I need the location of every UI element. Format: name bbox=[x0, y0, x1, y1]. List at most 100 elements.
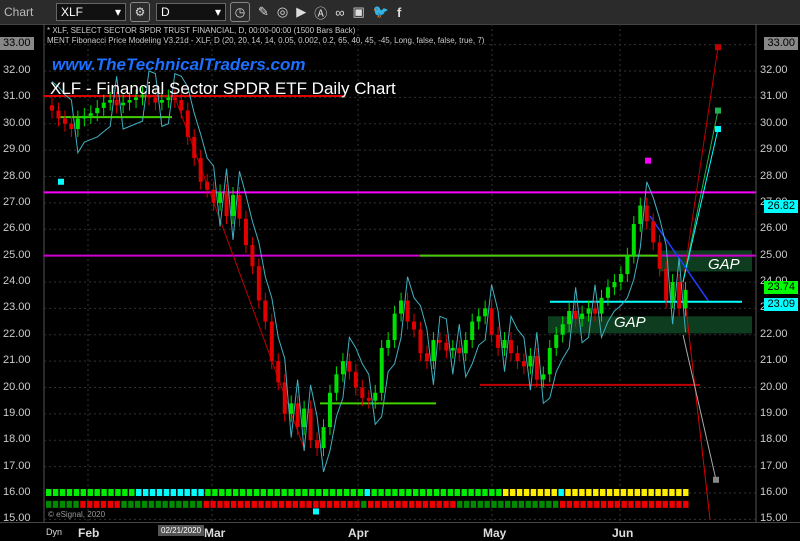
candle-body bbox=[114, 100, 119, 106]
status-cell bbox=[429, 500, 436, 508]
dyn-label[interactable]: Dyn bbox=[46, 527, 62, 537]
status-cell bbox=[607, 500, 614, 508]
status-cell bbox=[516, 489, 523, 496]
alert-icon[interactable]: Ⓐ bbox=[314, 3, 327, 22]
status-cell bbox=[447, 489, 454, 496]
status-cell bbox=[281, 489, 287, 496]
status-cell bbox=[244, 500, 251, 508]
price-label: 17.00 bbox=[3, 459, 31, 472]
candle-body bbox=[185, 110, 190, 137]
status-cell bbox=[491, 500, 497, 508]
candle-body bbox=[599, 297, 604, 314]
clock-icon[interactable]: ◷ bbox=[230, 2, 250, 22]
status-cell bbox=[260, 489, 267, 496]
candle-body bbox=[315, 440, 320, 449]
watermark: www.TheTechnicalTraders.com bbox=[52, 55, 306, 74]
comment-icon[interactable]: ▣ bbox=[353, 4, 365, 20]
status-cell bbox=[525, 500, 531, 508]
candle-body bbox=[392, 313, 397, 341]
status-cell bbox=[258, 500, 264, 508]
status-cell bbox=[594, 500, 600, 508]
status-cell bbox=[635, 500, 641, 508]
indicator-icon[interactable]: ◎ bbox=[277, 4, 288, 20]
candle-body bbox=[431, 340, 436, 362]
status-cell bbox=[253, 489, 260, 496]
status-cell bbox=[210, 500, 216, 508]
candle-body bbox=[476, 316, 481, 322]
candle-body bbox=[450, 347, 455, 351]
candle-body bbox=[56, 110, 61, 119]
projection-grey bbox=[682, 334, 717, 480]
price-label: 23.00 bbox=[3, 301, 31, 314]
candle-body bbox=[50, 105, 54, 111]
status-cell bbox=[107, 500, 114, 508]
price-label: 27.00 bbox=[3, 195, 31, 208]
candle-body bbox=[101, 102, 106, 108]
copyright: © eSignal, 2020 bbox=[48, 510, 106, 519]
twitter-icon[interactable]: 🐦 bbox=[373, 4, 389, 20]
link-icon[interactable]: ∞ bbox=[335, 5, 344, 20]
status-cell bbox=[546, 500, 552, 508]
status-cell bbox=[620, 489, 627, 496]
status-cell bbox=[306, 500, 312, 508]
status-cell bbox=[426, 489, 433, 496]
status-cell bbox=[436, 500, 442, 508]
pencil-icon[interactable]: ✎ bbox=[258, 4, 269, 20]
candle-body bbox=[179, 100, 184, 111]
status-cell bbox=[163, 489, 170, 496]
candle-body bbox=[470, 321, 475, 341]
candle-body bbox=[677, 282, 682, 309]
price-label: 16.00 bbox=[760, 486, 788, 498]
status-cell bbox=[343, 489, 350, 496]
status-cell bbox=[205, 489, 211, 496]
time-axis[interactable]: Dyn Feb 02/21/2020 Mar Apr May Jun bbox=[0, 522, 800, 541]
interval-select[interactable]: D ▾ bbox=[156, 3, 226, 21]
status-cell bbox=[489, 489, 495, 496]
status-cell bbox=[136, 489, 142, 496]
gap-label-lower: GAP bbox=[614, 314, 646, 331]
status-cell bbox=[599, 489, 606, 496]
status-cell bbox=[475, 489, 481, 496]
status-cell bbox=[224, 500, 230, 508]
candle-body bbox=[463, 340, 468, 354]
status-cell bbox=[196, 500, 203, 508]
candle-body bbox=[605, 287, 610, 298]
status-cell bbox=[443, 500, 449, 508]
status-cell bbox=[80, 500, 86, 508]
status-cell bbox=[66, 489, 73, 496]
status-cell bbox=[662, 489, 668, 496]
study-params: MENT Fibonacci Price Modeling V3.21d - X… bbox=[47, 36, 485, 45]
status-cell bbox=[121, 500, 127, 508]
status-cell bbox=[496, 489, 502, 496]
status-cell bbox=[326, 500, 333, 508]
status-cell bbox=[239, 489, 246, 496]
candle-body bbox=[586, 308, 591, 314]
status-cell bbox=[177, 489, 183, 496]
play-icon[interactable]: ▶ bbox=[296, 4, 306, 20]
status-cell bbox=[642, 500, 648, 508]
candle-body bbox=[521, 361, 526, 367]
candle-body bbox=[327, 392, 332, 428]
candle-body bbox=[644, 205, 649, 222]
candle-body bbox=[489, 308, 494, 335]
price-label: 28.00 bbox=[760, 169, 788, 182]
symbol-settings-icon[interactable]: ⚙ bbox=[130, 2, 150, 22]
price-tag-right-top: 33.00 bbox=[764, 37, 798, 50]
status-cell bbox=[374, 500, 381, 508]
status-cell bbox=[212, 489, 218, 496]
candle-body bbox=[444, 342, 449, 351]
status-cell bbox=[142, 489, 149, 496]
candle-body bbox=[651, 221, 656, 243]
price-label: 32.00 bbox=[3, 64, 31, 76]
status-cell bbox=[559, 500, 566, 508]
symbol-select[interactable]: XLF ▾ bbox=[56, 3, 126, 21]
price-label: 29.00 bbox=[3, 143, 31, 156]
facebook-icon[interactable]: f bbox=[397, 5, 401, 20]
status-cell bbox=[537, 489, 544, 496]
candle-body bbox=[334, 374, 339, 393]
candle-body bbox=[573, 311, 578, 319]
candle-body bbox=[457, 347, 462, 354]
candle-body bbox=[560, 324, 565, 335]
candle-body bbox=[82, 115, 87, 119]
gap-label-upper: GAP bbox=[708, 256, 740, 273]
